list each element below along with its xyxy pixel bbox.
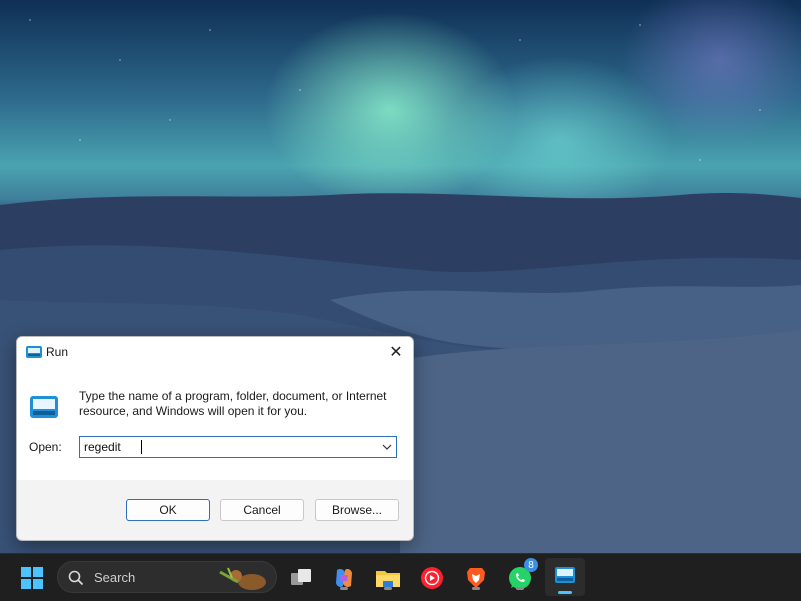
copilot-indicator (340, 587, 348, 590)
search-placeholder: Search (94, 570, 136, 585)
text-cursor (141, 440, 142, 454)
run-taskbar-button[interactable] (545, 558, 585, 596)
run-dialog: Run ✕ Type the name of a program, folder… (16, 336, 414, 541)
dialog-title: Run (46, 345, 69, 359)
notification-badge: 8 (524, 558, 538, 572)
open-label: Open: (29, 440, 62, 454)
run-active-indicator (558, 591, 572, 594)
youtube-music-icon (421, 567, 443, 589)
run-program-icon (30, 396, 58, 418)
taskbar: Search 8 (0, 553, 801, 601)
title-bar[interactable]: Run ✕ (17, 337, 413, 367)
windows-start-icon (21, 567, 43, 589)
search-icon (68, 570, 84, 586)
close-icon: ✕ (389, 344, 403, 361)
open-input[interactable] (84, 439, 374, 455)
desktop-wallpaper: Run ✕ Type the name of a program, folder… (0, 0, 801, 553)
cancel-button[interactable]: Cancel (220, 499, 304, 521)
run-taskbar-icon (555, 567, 575, 583)
close-button[interactable]: ✕ (385, 341, 407, 363)
explorer-indicator (384, 587, 392, 590)
youtube-music-button[interactable] (416, 562, 448, 594)
browse-button[interactable]: Browse... (315, 499, 399, 521)
brave-button[interactable] (460, 562, 492, 594)
dialog-body: Type the name of a program, folder, docu… (17, 367, 413, 480)
task-view-button[interactable] (285, 562, 317, 594)
run-app-icon (26, 346, 42, 358)
file-explorer-button[interactable] (372, 562, 404, 594)
brave-indicator (472, 587, 480, 590)
ok-button[interactable]: OK (126, 499, 210, 521)
chevron-down-icon[interactable] (382, 442, 392, 452)
copilot-button[interactable] (328, 562, 360, 594)
whatsapp-button[interactable]: 8 (504, 558, 538, 594)
whatsapp-indicator (516, 587, 524, 590)
open-combobox[interactable] (79, 436, 397, 458)
dialog-description: Type the name of a program, folder, docu… (79, 389, 387, 418)
search-highlight-icon (219, 567, 266, 590)
task-view-icon (291, 569, 311, 585)
taskbar-search[interactable]: Search (57, 561, 277, 593)
start-button[interactable] (16, 562, 48, 594)
